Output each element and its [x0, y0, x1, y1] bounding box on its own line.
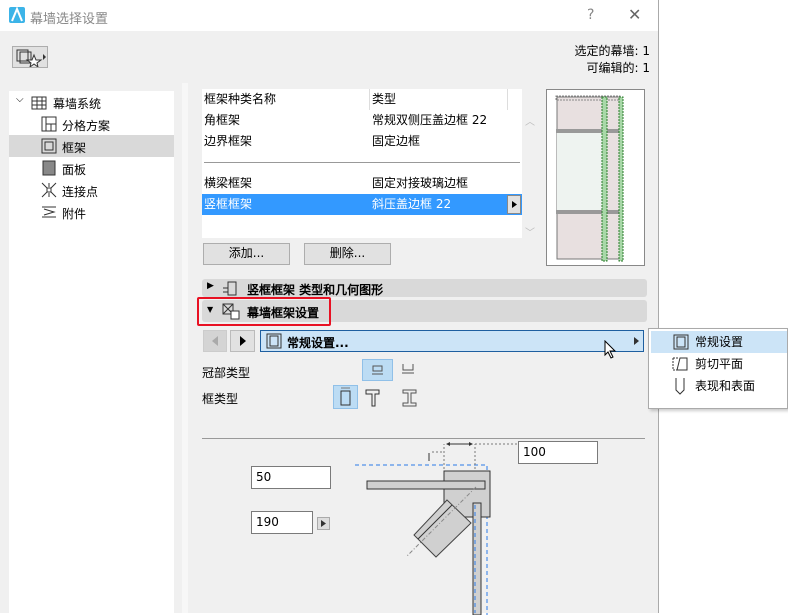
next-page-button[interactable]	[230, 330, 255, 352]
title-bar: 幕墙选择设置 ? ✕	[0, 0, 658, 31]
table-separator	[204, 162, 520, 163]
favorites-star-icon	[16, 49, 46, 69]
dropdown-value: 常规设置...	[287, 336, 349, 350]
curtain-wall-preview	[546, 89, 645, 266]
column-header-name[interactable]: 框架种类名称	[204, 89, 276, 110]
frame-geometry-diagram	[355, 442, 518, 615]
frame-icon	[41, 138, 57, 154]
row-type: 固定对接玻璃边框	[372, 176, 469, 190]
row-type: 常规双侧压盖边框 22	[372, 113, 488, 127]
menu-item-model-surface[interactable]: 表现和表面	[651, 375, 787, 397]
row-name: 角框架	[204, 113, 241, 127]
divider	[202, 438, 645, 439]
settings-tree: ⌵ 幕墙系统 分格方案 框架 面板 连接点 附件	[9, 91, 174, 613]
frame-type-option-2[interactable]	[360, 385, 385, 409]
triangle-right-icon	[240, 336, 246, 346]
tree-root-curtain-wall-system[interactable]: ⌵ 幕墙系统	[9, 91, 174, 113]
favorites-button[interactable]	[12, 46, 48, 69]
tree-item-accessories[interactable]: 附件	[9, 201, 174, 223]
pen-icon	[675, 378, 685, 395]
menu-item-label: 剪切平面	[695, 357, 744, 371]
delete-button[interactable]: 删除...	[304, 243, 391, 265]
frame-icon	[266, 333, 282, 349]
cap-type-option-1[interactable]	[362, 359, 393, 381]
accessory-icon	[42, 206, 56, 218]
frame-type-label: 框类型	[202, 392, 239, 406]
cap-type-option-2[interactable]	[395, 359, 421, 381]
width-options-button[interactable]	[317, 517, 330, 530]
archicad-logo-icon	[9, 7, 25, 23]
depth-input[interactable]: 50	[251, 466, 331, 489]
triangle-right-icon	[634, 337, 639, 345]
settings-page-dropdown[interactable]: 常规设置...	[260, 330, 644, 352]
triangle-right-icon	[321, 520, 326, 527]
tree-item-label: 附件	[62, 207, 87, 221]
add-button[interactable]: 添加...	[203, 243, 290, 265]
junction-icon	[41, 182, 57, 198]
grid-icon	[31, 96, 47, 110]
grid-scheme-icon	[41, 116, 57, 132]
row-name: 竖框框架	[204, 197, 253, 211]
row-name: 横梁框架	[204, 176, 253, 190]
tree-item-label: 面板	[62, 163, 87, 177]
frame-icon	[673, 334, 689, 350]
triangle-left-icon	[212, 336, 218, 346]
settings-page-menu: 常规设置 剪切平面 表现和表面	[648, 328, 788, 409]
close-button[interactable]: ✕	[628, 5, 641, 24]
curtain-wall-selection-settings-dialog: 幕墙选择设置 ? ✕ 选定的幕墙: 1 可编辑的: 1 ⌵ 幕墙系统 分格方案 …	[0, 0, 659, 615]
section-type-geometry[interactable]: ▶ 竖框框架 类型和几何图形	[202, 279, 647, 297]
menu-item-cut-plane[interactable]: 剪切平面	[651, 353, 787, 375]
menu-item-label: 常规设置	[695, 335, 744, 349]
row-name: 边界框架	[204, 134, 253, 148]
tree-item-label: 连接点	[62, 185, 99, 199]
previous-page-button[interactable]	[203, 330, 227, 352]
panel-divider	[182, 83, 188, 613]
frame-i-icon	[402, 389, 417, 407]
chevron-down-icon[interactable]: ⌵	[16, 94, 24, 105]
selected-count: 选定的幕墙: 1	[574, 44, 651, 58]
table-row-selected[interactable]: 竖框框架 斜压盖边框 22	[202, 194, 522, 215]
row-type-picker-button[interactable]	[507, 195, 521, 214]
scroll-up-icon[interactable]: ︿	[525, 113, 535, 128]
frame-rect-icon	[340, 387, 351, 406]
window-title: 幕墙选择设置	[30, 12, 109, 27]
panel-icon	[42, 160, 56, 176]
highlight-box	[197, 297, 331, 326]
column-header-type[interactable]: 类型	[372, 89, 396, 110]
triangle-right-icon	[512, 201, 517, 208]
frame-type-option-1[interactable]	[333, 385, 358, 409]
section-title: 竖框框架 类型和几何图形	[247, 283, 384, 297]
tree-item-frames[interactable]: 框架	[9, 135, 174, 157]
editable-count: 可编辑的: 1	[586, 61, 651, 75]
mouse-cursor-icon	[604, 340, 617, 359]
table-row[interactable]: 角框架 常规双侧压盖边框 22	[202, 110, 522, 131]
tree-item-junctions[interactable]: 连接点	[9, 179, 174, 201]
cap-type-label: 冠部类型	[202, 366, 251, 380]
table-row[interactable]: 横梁框架 固定对接玻璃边框	[202, 173, 522, 194]
menu-item-general-settings[interactable]: 常规设置	[651, 331, 787, 353]
tree-root-label: 幕墙系统	[53, 97, 102, 111]
offset-input[interactable]: 100	[518, 441, 598, 464]
tree-item-label: 分格方案	[62, 119, 111, 133]
cap-open-icon	[402, 364, 414, 374]
triangle-right-icon: ▶	[207, 281, 214, 291]
tree-item-grid-scheme[interactable]: 分格方案	[9, 113, 174, 135]
row-type: 斜压盖边框 22	[372, 197, 452, 211]
width-input[interactable]: 190	[251, 511, 313, 534]
help-button[interactable]: ?	[587, 7, 594, 23]
frame-class-table: 框架种类名称 类型 角框架 常规双侧压盖边框 22 边界框架 固定边框 横梁框架 固定…	[202, 89, 522, 238]
cap-flat-icon	[372, 365, 383, 375]
frame-geometry-icon	[223, 281, 237, 296]
cut-plane-icon	[672, 357, 688, 371]
menu-item-label: 表现和表面	[695, 379, 756, 393]
row-type: 固定边框	[372, 134, 421, 148]
table-header: 框架种类名称 类型	[202, 89, 522, 110]
scroll-down-icon[interactable]: ﹀	[525, 224, 535, 239]
frame-t-icon	[365, 389, 380, 407]
tree-item-label: 框架	[62, 141, 87, 155]
frame-type-option-3[interactable]	[397, 385, 422, 409]
tree-item-panels[interactable]: 面板	[9, 157, 174, 179]
table-row[interactable]: 边界框架 固定边框	[202, 131, 522, 152]
